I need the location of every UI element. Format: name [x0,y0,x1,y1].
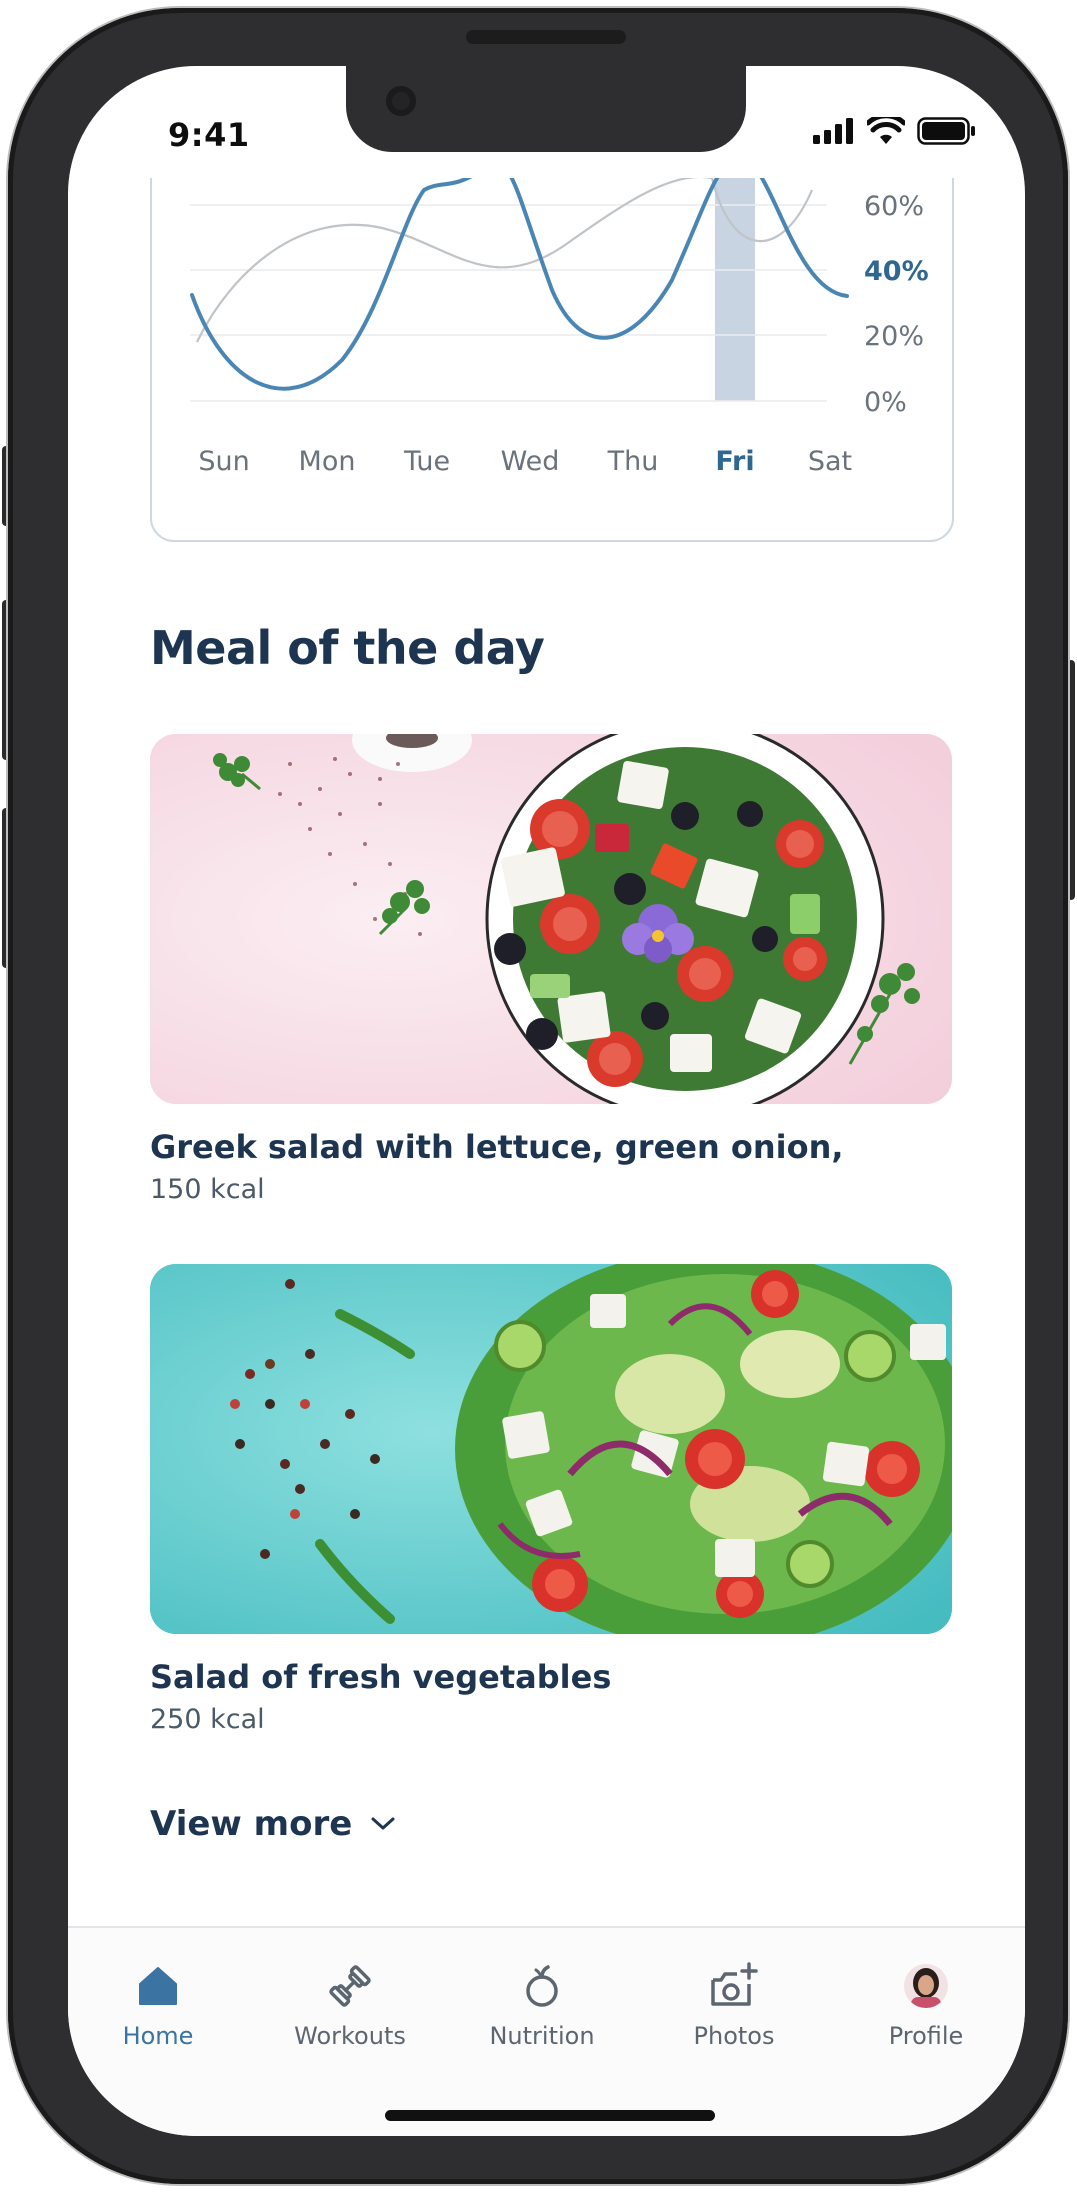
progress-chart-card: 60% 40% 20% 0% Sun Mon Tue Wed Thu Fri Sat [150,178,954,542]
meal-of-the-day-title: Meal of the day [150,621,545,675]
phone-frame: 9:41 60% 40% 20% 0% Sun Mon Tue Wed Thu F [8,8,1068,2184]
camera-plus-icon [711,1962,758,2006]
status-icons [813,116,977,146]
meal-title-fresh-vegetables[interactable]: Salad of fresh vegetables [150,1658,611,1696]
x-day-label: Mon [299,446,356,477]
selected-day-highlight-bar [715,178,755,401]
x-day-label: Sat [808,446,852,477]
view-more-button[interactable]: View more [150,1804,396,1844]
meal-kcal-fresh-vegetables: 250 kcal [150,1704,265,1735]
dumbbell-icon [329,1965,371,2007]
home-indicator [385,2110,715,2121]
greek-salad-illustration [150,734,952,1104]
y-tick-label: 0% [864,387,907,418]
tab-profile[interactable]: Profile [851,1956,1001,2050]
meal-title-greek-salad[interactable]: Greek salad with lettuce, green onion, [150,1128,844,1166]
apple-icon [526,1965,558,2007]
tab-nutrition-label: Nutrition [489,2022,595,2050]
view-more-label: View more [150,1804,353,1844]
tab-photos-label: Photos [693,2022,775,2050]
status-time: 9:41 [168,116,250,154]
tab-home[interactable]: Home [83,1956,233,2050]
y-tick-label: 20% [864,321,924,352]
x-day-label: Thu [607,446,659,477]
x-day-label: Sun [198,446,249,477]
bottom-tab-bar: Home Workouts Nutrition Photos Profile [68,1926,1025,2136]
tab-workouts-label: Workouts [294,2022,406,2050]
tab-workouts[interactable]: Workouts [275,1956,425,2050]
avatar [904,1964,948,2008]
chart-clip: 60% 40% 20% 0% Sun Mon Tue Wed Thu Fri Sat [68,178,1025,598]
x-day-label: Tue [403,446,450,477]
tab-nutrition[interactable]: Nutrition [467,1956,617,2050]
meal-image-greek-salad[interactable] [150,734,952,1104]
tab-photos[interactable]: Photos [659,1956,809,2050]
y-tick-label: 40% [864,256,929,287]
vegetable-salad-illustration [150,1264,952,1634]
meal-kcal-greek-salad: 150 kcal [150,1174,265,1205]
progress-chart: 60% 40% 20% 0% Sun Mon Tue Wed Thu Fri Sat [190,178,929,477]
tab-profile-label: Profile [888,2022,964,2050]
x-day-label: Fri [715,446,754,477]
battery-icon [917,117,975,145]
chevron-down-icon [371,1817,395,1830]
front-camera [386,86,416,116]
y-tick-label: 60% [864,191,924,222]
cellular-signal-icon [813,118,853,144]
app-screen: 9:41 60% 40% 20% 0% Sun Mon Tue Wed Thu F [68,66,1025,2136]
speaker-grille [466,30,626,44]
home-icon [139,1967,177,2005]
x-day-label: Wed [501,446,560,477]
tab-home-label: Home [122,2022,194,2050]
wifi-icon [867,117,905,144]
power-button [1067,660,1075,900]
meal-image-fresh-vegetables[interactable] [150,1264,952,1634]
